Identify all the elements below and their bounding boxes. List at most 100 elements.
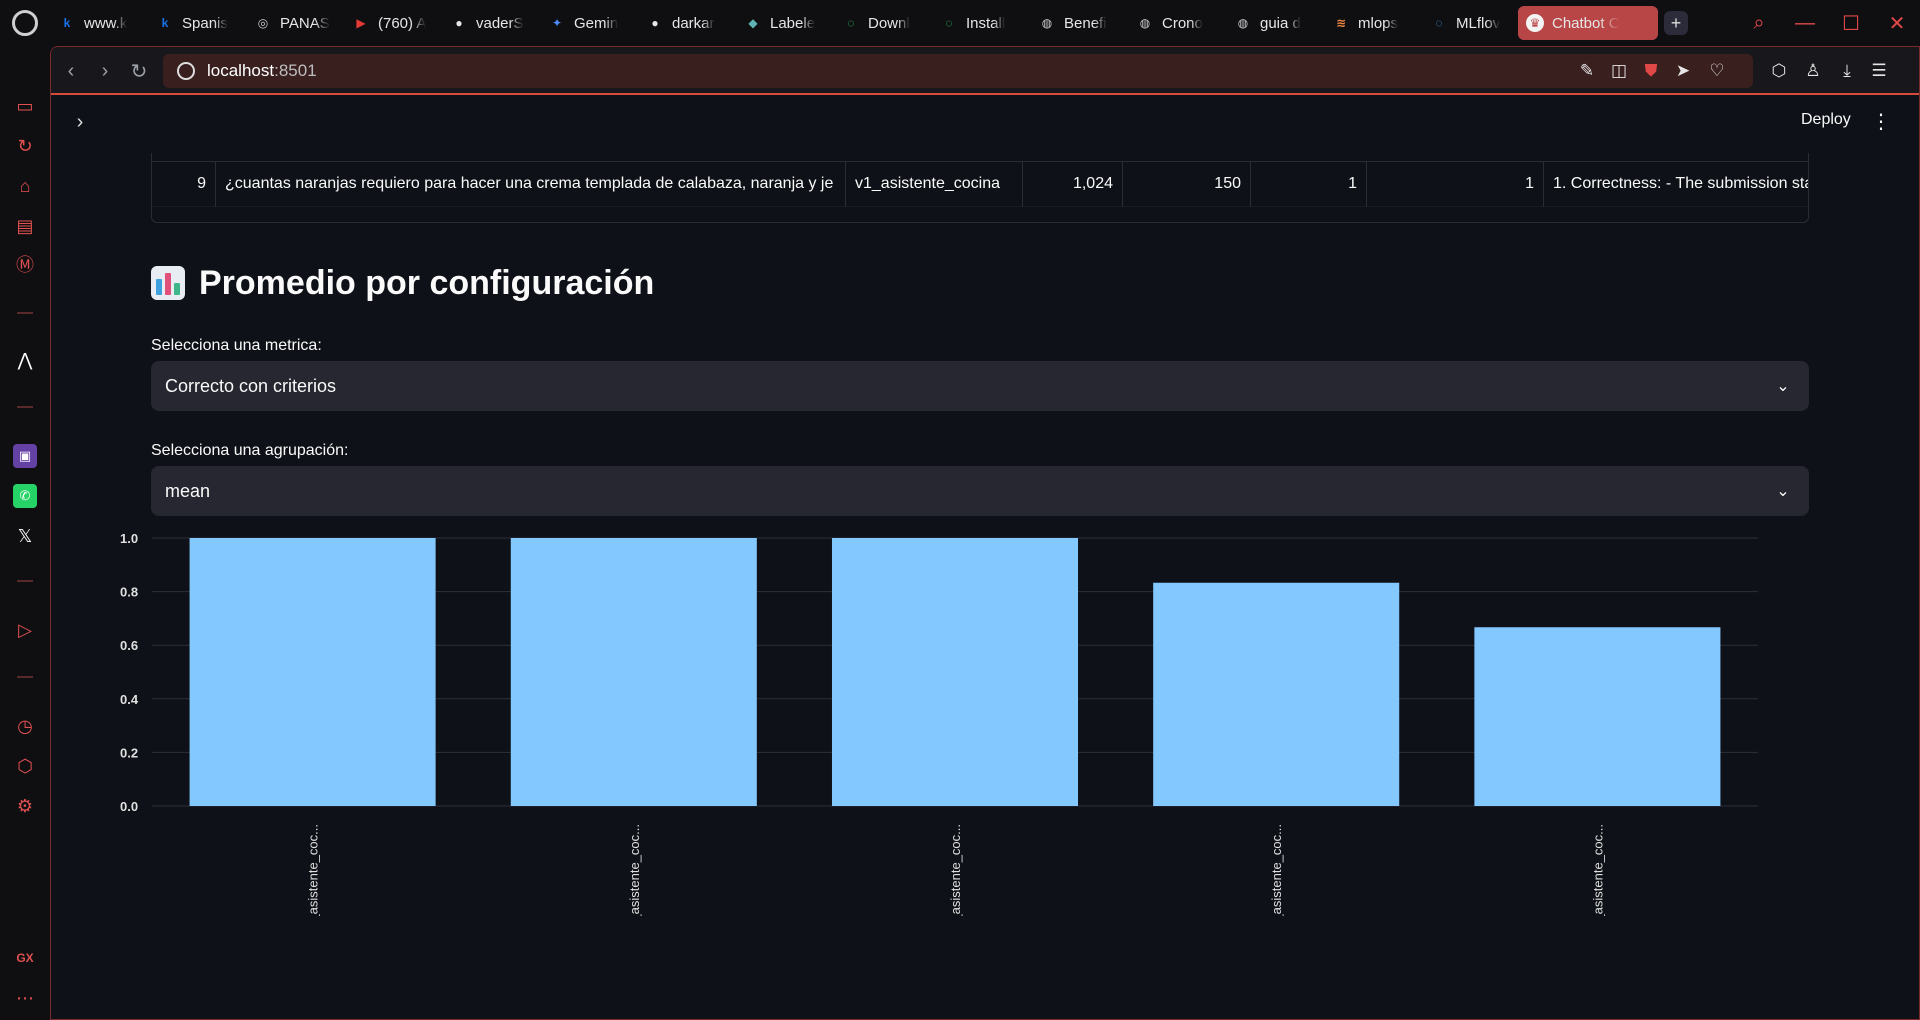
browser-tab[interactable]: ✦ Gemin xyxy=(540,6,636,40)
history-icon[interactable]: ◷ xyxy=(13,714,37,738)
site-info-icon[interactable] xyxy=(177,62,195,80)
chart-bar[interactable] xyxy=(1474,627,1721,806)
cleaner-icon[interactable]: ⌂ xyxy=(13,174,37,198)
wallpaper-icon[interactable]: ▤ xyxy=(13,214,37,238)
chart-bar[interactable] xyxy=(1153,582,1400,806)
x-twitter-icon[interactable]: 𝕏 xyxy=(13,524,37,548)
heart-icon[interactable]: ♡ xyxy=(1705,59,1729,83)
table-cell: 1 xyxy=(1367,162,1544,207)
chart-bar[interactable] xyxy=(831,538,1079,806)
edit-icon[interactable]: ✎ xyxy=(1575,59,1599,83)
gx-icon[interactable]: GX xyxy=(13,946,37,970)
table-row: 9 ¿cuantas naranjas requiero para hacer … xyxy=(152,161,1808,207)
address-bar: ‹ › ↻ localhost:8501 ✎ ◫ ⛊ ➤ ♡ ⬡ ♙ ⤓ ☰ xyxy=(51,47,1919,95)
close-window-button[interactable]: ✕ xyxy=(1874,0,1920,46)
y-tick-label: 1.0 xyxy=(120,531,138,546)
group-select-label: Selecciona una agrupación: xyxy=(151,442,349,459)
settings-gear-icon[interactable]: ⚙ xyxy=(13,794,37,818)
tab-favicon-icon: ▶ xyxy=(356,16,366,30)
extensions-cube-icon[interactable]: ⬡ xyxy=(13,754,37,778)
metric-select-label: Selecciona una metrica: xyxy=(151,337,322,354)
send-icon[interactable]: ➤ xyxy=(1671,59,1695,83)
chart-bar[interactable] xyxy=(510,538,757,806)
metric-select[interactable]: Correcto con criterios ⌄ xyxy=(151,361,1809,411)
deploy-button[interactable]: Deploy xyxy=(1791,107,1861,133)
browser-tab[interactable]: ◎ PANAS xyxy=(246,6,342,40)
browser-tab[interactable]: ◌ MLflov xyxy=(1422,6,1518,40)
profile-icon[interactable]: ♙ xyxy=(1801,59,1825,83)
tab-label: Crono xyxy=(1162,14,1203,32)
chart-bar[interactable] xyxy=(189,538,436,806)
adblock-shield-icon[interactable]: ⛊ xyxy=(1639,59,1663,83)
tab-label: Chatbot C xyxy=(1552,14,1620,32)
opera-menu-button[interactable] xyxy=(0,0,50,46)
y-tick-label: 0.2 xyxy=(120,745,138,760)
table-cell: 1,024 xyxy=(1023,162,1123,207)
page-title: Promedio por configuración xyxy=(199,263,655,302)
forward-icon[interactable]: › xyxy=(93,59,117,83)
speed-dial-icon[interactable]: ↻ xyxy=(13,134,37,158)
browser-tab[interactable]: ≋ mlops xyxy=(1324,6,1420,40)
tab-chatbot-active[interactable]: ♛ Chatbot C xyxy=(1518,6,1658,40)
sidebar-divider xyxy=(17,676,33,678)
tab-label: guia d xyxy=(1260,14,1301,32)
download-icon[interactable]: ⤓ xyxy=(1835,59,1859,83)
tab-list: k www.k k Spanis ◎ PANAS ▶ (760) A ● vaderS ✦ Gemin… xyxy=(50,6,1518,40)
browser-tab[interactable]: ● vaderS xyxy=(442,6,538,40)
section-header: Promedio por configuración xyxy=(151,261,654,305)
tab-label: Benefi xyxy=(1064,14,1107,32)
tab-label: www.k xyxy=(84,14,128,32)
expand-sidebar-chevron-icon[interactable]: › xyxy=(67,109,93,135)
browser-tab-strip: k www.k k Spanis ◎ PANAS ▶ (760) A ● vaderS ✦ Gemin… xyxy=(0,0,1920,46)
more-icon[interactable]: ⋯ xyxy=(13,986,37,1010)
table-cell-config: v1_asistente_cocina xyxy=(846,162,1023,207)
new-tab-button[interactable]: + xyxy=(1664,11,1688,35)
tab-label: Spanis xyxy=(182,14,228,32)
mods-icon[interactable]: Ⓜ xyxy=(13,252,37,276)
browser-tab[interactable]: ● darkar xyxy=(638,6,734,40)
camera-icon[interactable]: ◫ xyxy=(1607,59,1631,83)
bar-chart-emoji-icon xyxy=(151,266,185,300)
tab-label: Labele xyxy=(770,14,816,32)
twitch-icon[interactable]: ▣ xyxy=(13,444,37,468)
browser-tab[interactable]: ▶ (760) A xyxy=(344,6,440,40)
bar-chart[interactable]: 0.0 0.2 0.4 0.6 0.8 1.0 v1_asistente_coc... v1_… xyxy=(100,476,1800,916)
main-menu-kebab-icon[interactable]: ⋮ xyxy=(1869,107,1893,135)
browser-tab[interactable]: ◆ Labele xyxy=(736,6,832,40)
browser-tab[interactable]: k Spanis xyxy=(148,6,244,40)
cube-icon[interactable]: ⬡ xyxy=(1767,59,1791,83)
dataframe[interactable]: 9 ¿cuantas naranjas requiero para hacer … xyxy=(151,153,1809,223)
back-icon[interactable]: ‹ xyxy=(59,59,83,83)
browser-tab[interactable]: ◌ Install xyxy=(932,6,1028,40)
tab-label: vaderS xyxy=(476,14,524,32)
tab-label: Install xyxy=(966,14,1006,32)
x-tick-label: v1_asistente_coc... xyxy=(948,824,963,916)
table-cell-index: 9 xyxy=(152,162,216,207)
x-tick-label: v1_asistente_coc... xyxy=(1269,824,1284,916)
browser-tab[interactable]: ◍ guia d xyxy=(1226,6,1322,40)
whatsapp-icon[interactable]: ✆ xyxy=(13,484,37,508)
url-input[interactable]: localhost:8501 xyxy=(163,54,1753,88)
reload-icon[interactable]: ↻ xyxy=(127,59,151,83)
aria-icon[interactable]: ⋀ xyxy=(13,348,37,372)
maximize-button[interactable]: ☐ xyxy=(1828,0,1874,46)
easy-setup-icon[interactable]: ☰ xyxy=(1867,59,1891,83)
x-tick-label: v1_asistente_coc... xyxy=(627,824,642,916)
metric-select-value: Correcto con criterios xyxy=(165,375,337,396)
search-tabs-icon[interactable]: ⌕ xyxy=(1736,0,1782,46)
tab-favicon-icon: k xyxy=(161,16,169,30)
tab-label: MLflov xyxy=(1456,14,1501,32)
browser-tab[interactable]: k www.k xyxy=(50,6,146,40)
minimize-button[interactable]: — xyxy=(1782,0,1828,46)
player-icon[interactable]: ▷ xyxy=(13,618,37,642)
browser-tab[interactable]: ◌ Downl xyxy=(834,6,930,40)
browser-tab[interactable]: ◍ Benefi xyxy=(1030,6,1126,40)
tab-label: Gemin xyxy=(574,14,619,32)
table-cell-question: ¿cuantas naranjas requiero para hacer un… xyxy=(216,162,846,207)
tab-favicon-icon: ◌ xyxy=(847,16,855,30)
gaming-icon[interactable]: ▭ xyxy=(13,94,37,118)
chevron-down-icon: ⌄ xyxy=(1776,378,1790,395)
browser-tab[interactable]: ◍ Crono xyxy=(1128,6,1224,40)
tab-favicon-icon: ◎ xyxy=(257,16,269,30)
tab-label: mlops xyxy=(1358,14,1399,32)
